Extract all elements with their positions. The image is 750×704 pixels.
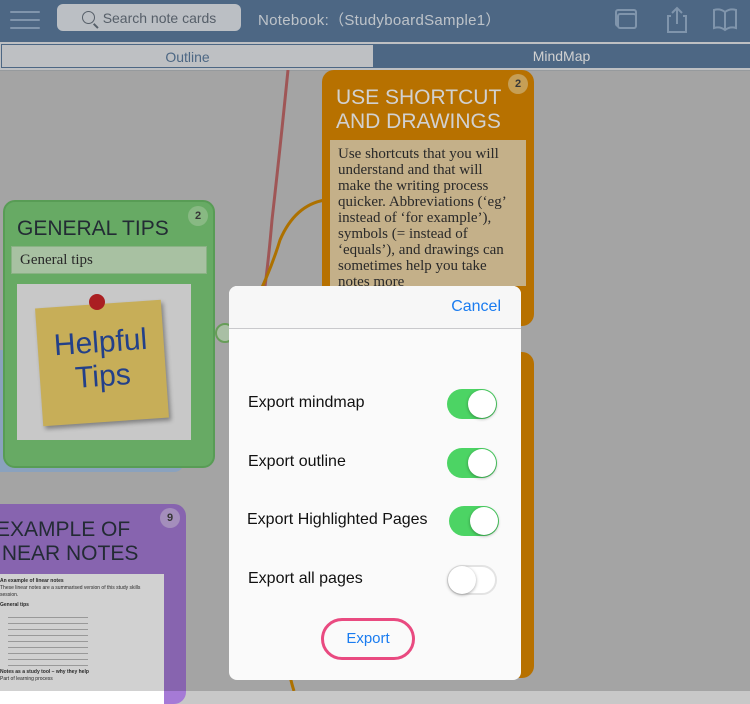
option-export-all-pages: Export all pages bbox=[248, 561, 508, 601]
option-label: Export mindmap bbox=[248, 394, 365, 411]
export-button[interactable]: Export bbox=[321, 618, 415, 660]
option-label: Export all pages bbox=[248, 570, 363, 587]
export-highlighted-switch[interactable] bbox=[449, 506, 499, 536]
option-export-highlighted: Export Highlighted Pages bbox=[247, 502, 508, 542]
export-mindmap-switch[interactable] bbox=[447, 389, 497, 419]
option-label: Export Highlighted Pages bbox=[247, 511, 428, 528]
export-all-pages-switch[interactable] bbox=[447, 565, 497, 595]
option-export-mindmap: Export mindmap bbox=[248, 385, 508, 425]
cancel-button[interactable]: Cancel bbox=[451, 298, 501, 316]
export-outline-switch[interactable] bbox=[447, 448, 497, 478]
dialog-header: Cancel bbox=[229, 286, 521, 329]
export-dialog: Cancel Export mindmap Export outline Exp… bbox=[229, 286, 521, 680]
option-label: Export outline bbox=[248, 453, 346, 470]
option-export-outline: Export outline bbox=[248, 444, 508, 484]
